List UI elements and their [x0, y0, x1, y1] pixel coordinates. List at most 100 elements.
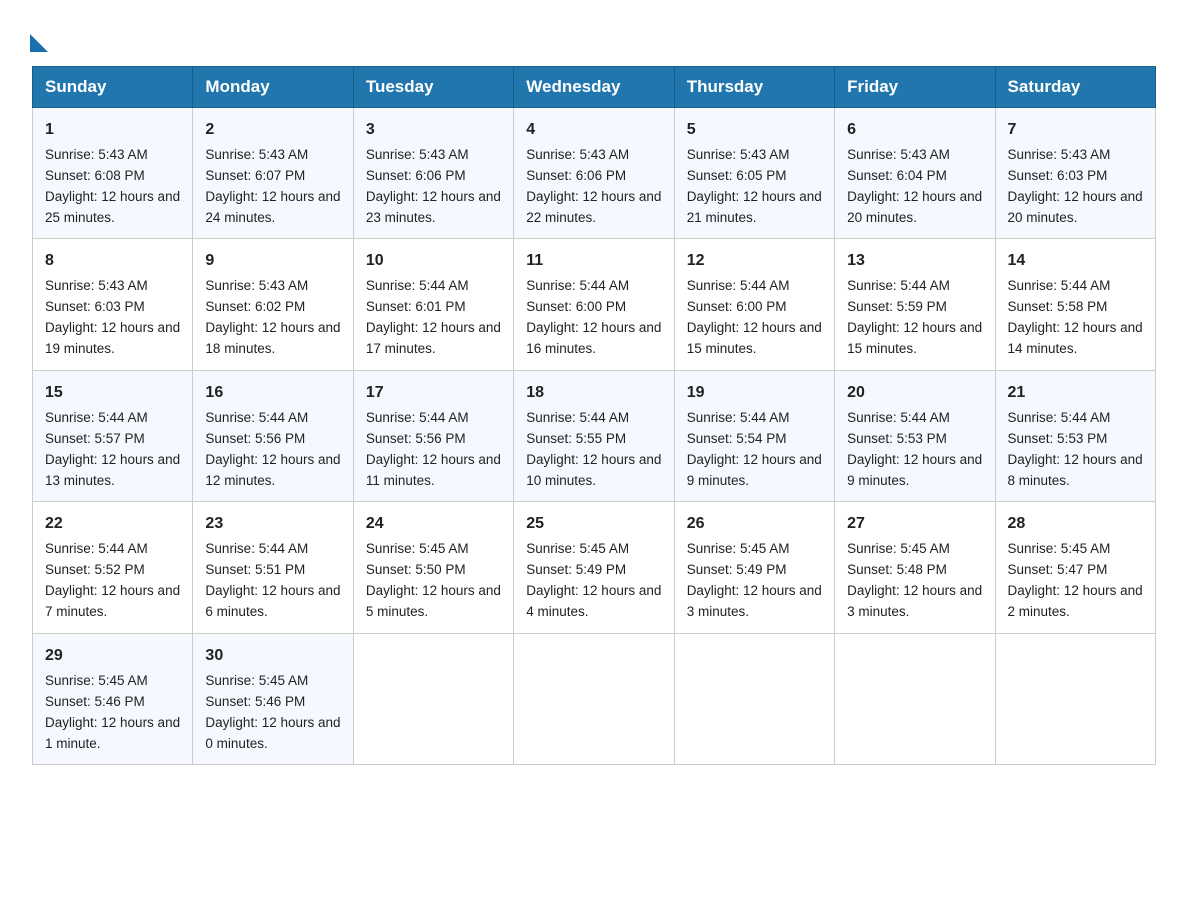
day-number: 25	[526, 512, 661, 537]
sunrise-text: Sunrise: 5:44 AM	[45, 410, 148, 425]
calendar-cell: 13Sunrise: 5:44 AMSunset: 5:59 PMDayligh…	[835, 239, 995, 370]
day-number: 17	[366, 381, 501, 406]
calendar-cell: 20Sunrise: 5:44 AMSunset: 5:53 PMDayligh…	[835, 370, 995, 501]
calendar-cell	[995, 633, 1155, 764]
weekday-header-monday: Monday	[193, 67, 353, 108]
calendar-cell: 26Sunrise: 5:45 AMSunset: 5:49 PMDayligh…	[674, 502, 834, 633]
daylight-text: Daylight: 12 hours and 13 minutes.	[45, 452, 180, 488]
sunset-text: Sunset: 6:05 PM	[687, 168, 787, 183]
sunset-text: Sunset: 6:02 PM	[205, 299, 305, 314]
sunrise-text: Sunrise: 5:43 AM	[1008, 147, 1111, 162]
daylight-text: Daylight: 12 hours and 19 minutes.	[45, 320, 180, 356]
sunset-text: Sunset: 5:56 PM	[205, 431, 305, 446]
calendar-cell: 11Sunrise: 5:44 AMSunset: 6:00 PMDayligh…	[514, 239, 674, 370]
sunrise-text: Sunrise: 5:44 AM	[847, 410, 950, 425]
calendar-body: 1Sunrise: 5:43 AMSunset: 6:08 PMDaylight…	[33, 108, 1156, 765]
sunset-text: Sunset: 5:58 PM	[1008, 299, 1108, 314]
sunset-text: Sunset: 5:50 PM	[366, 562, 466, 577]
logo-blue	[32, 24, 48, 54]
calendar-cell: 2Sunrise: 5:43 AMSunset: 6:07 PMDaylight…	[193, 108, 353, 239]
daylight-text: Daylight: 12 hours and 6 minutes.	[205, 583, 340, 619]
calendar-cell: 28Sunrise: 5:45 AMSunset: 5:47 PMDayligh…	[995, 502, 1155, 633]
calendar-week-row: 22Sunrise: 5:44 AMSunset: 5:52 PMDayligh…	[33, 502, 1156, 633]
sunset-text: Sunset: 5:49 PM	[526, 562, 626, 577]
calendar-cell: 10Sunrise: 5:44 AMSunset: 6:01 PMDayligh…	[353, 239, 513, 370]
day-number: 12	[687, 249, 822, 274]
calendar-week-row: 8 Sunrise: 5:43 AM Sunset: 6:03 PM Daylight…	[33, 239, 1156, 370]
page-header	[32, 24, 1156, 54]
day-number: 3	[366, 118, 501, 143]
calendar-week-row: 1Sunrise: 5:43 AMSunset: 6:08 PMDaylight…	[33, 108, 1156, 239]
sunset-text: Sunset: 6:03 PM	[45, 299, 145, 314]
daylight-text: Daylight: 12 hours and 17 minutes.	[366, 320, 501, 356]
calendar-cell: 4Sunrise: 5:43 AMSunset: 6:06 PMDaylight…	[514, 108, 674, 239]
daylight-text: Daylight: 12 hours and 16 minutes.	[526, 320, 661, 356]
calendar-cell: 21Sunrise: 5:44 AMSunset: 5:53 PMDayligh…	[995, 370, 1155, 501]
sunrise-text: Sunrise: 5:44 AM	[687, 410, 790, 425]
day-number: 28	[1008, 512, 1143, 537]
day-number: 5	[687, 118, 822, 143]
calendar-cell: 16Sunrise: 5:44 AMSunset: 5:56 PMDayligh…	[193, 370, 353, 501]
calendar-cell: 18Sunrise: 5:44 AMSunset: 5:55 PMDayligh…	[514, 370, 674, 501]
day-number: 1	[45, 118, 180, 143]
day-number: 30	[205, 644, 340, 669]
daylight-text: Daylight: 12 hours and 9 minutes.	[847, 452, 982, 488]
daylight-text: Daylight: 12 hours and 3 minutes.	[687, 583, 822, 619]
calendar-cell: 17Sunrise: 5:44 AMSunset: 5:56 PMDayligh…	[353, 370, 513, 501]
daylight-text: Daylight: 12 hours and 25 minutes.	[45, 189, 180, 225]
sunrise-text: Sunrise: 5:43 AM	[366, 147, 469, 162]
sunrise-text: Sunrise: 5:43 AM	[526, 147, 629, 162]
day-number: 14	[1008, 249, 1143, 274]
logo-text	[32, 24, 48, 54]
daylight-text: Daylight: 12 hours and 3 minutes.	[847, 583, 982, 619]
weekday-header-saturday: Saturday	[995, 67, 1155, 108]
sunrise-text: Sunrise: 5:44 AM	[526, 410, 629, 425]
sunrise-text: Sunrise: 5:43 AM	[687, 147, 790, 162]
daylight-text: Daylight: 12 hours and 5 minutes.	[366, 583, 501, 619]
daylight-text: Daylight: 12 hours and 8 minutes.	[1008, 452, 1143, 488]
day-number: 9	[205, 249, 340, 274]
calendar-cell: 9 Sunrise: 5:43 AM Sunset: 6:02 PM Daylight…	[193, 239, 353, 370]
sunrise-text: Sunrise: 5:43 AM	[45, 278, 148, 293]
calendar-cell: 23Sunrise: 5:44 AMSunset: 5:51 PMDayligh…	[193, 502, 353, 633]
day-number: 22	[45, 512, 180, 537]
sunrise-text: Sunrise: 5:44 AM	[526, 278, 629, 293]
daylight-text: Daylight: 12 hours and 22 minutes.	[526, 189, 661, 225]
calendar-cell	[353, 633, 513, 764]
day-number: 13	[847, 249, 982, 274]
sunrise-text: Sunrise: 5:45 AM	[847, 541, 950, 556]
calendar-cell: 30Sunrise: 5:45 AMSunset: 5:46 PMDayligh…	[193, 633, 353, 764]
daylight-text: Daylight: 12 hours and 20 minutes.	[847, 189, 982, 225]
daylight-text: Daylight: 12 hours and 15 minutes.	[687, 320, 822, 356]
sunset-text: Sunset: 6:07 PM	[205, 168, 305, 183]
calendar-cell: 24Sunrise: 5:45 AMSunset: 5:50 PMDayligh…	[353, 502, 513, 633]
logo	[32, 24, 48, 54]
sunset-text: Sunset: 5:46 PM	[205, 694, 305, 709]
sunset-text: Sunset: 6:00 PM	[687, 299, 787, 314]
weekday-header-friday: Friday	[835, 67, 995, 108]
day-number: 6	[847, 118, 982, 143]
day-number: 8	[45, 249, 180, 274]
sunset-text: Sunset: 5:47 PM	[1008, 562, 1108, 577]
sunset-text: Sunset: 5:49 PM	[687, 562, 787, 577]
sunset-text: Sunset: 5:57 PM	[45, 431, 145, 446]
daylight-text: Daylight: 12 hours and 18 minutes.	[205, 320, 340, 356]
sunset-text: Sunset: 5:55 PM	[526, 431, 626, 446]
day-number: 21	[1008, 381, 1143, 406]
sunset-text: Sunset: 5:56 PM	[366, 431, 466, 446]
sunset-text: Sunset: 5:54 PM	[687, 431, 787, 446]
daylight-text: Daylight: 12 hours and 21 minutes.	[687, 189, 822, 225]
sunrise-text: Sunrise: 5:43 AM	[205, 278, 308, 293]
sunset-text: Sunset: 5:46 PM	[45, 694, 145, 709]
daylight-text: Daylight: 12 hours and 10 minutes.	[526, 452, 661, 488]
sunrise-text: Sunrise: 5:43 AM	[847, 147, 950, 162]
calendar-header: SundayMondayTuesdayWednesdayThursdayFrid…	[33, 67, 1156, 108]
calendar-cell: 15Sunrise: 5:44 AMSunset: 5:57 PMDayligh…	[33, 370, 193, 501]
sunrise-text: Sunrise: 5:43 AM	[205, 147, 308, 162]
daylight-text: Daylight: 12 hours and 0 minutes.	[205, 715, 340, 751]
sunset-text: Sunset: 5:52 PM	[45, 562, 145, 577]
daylight-text: Daylight: 12 hours and 15 minutes.	[847, 320, 982, 356]
weekday-header-thursday: Thursday	[674, 67, 834, 108]
sunset-text: Sunset: 6:06 PM	[526, 168, 626, 183]
daylight-text: Daylight: 12 hours and 1 minute.	[45, 715, 180, 751]
